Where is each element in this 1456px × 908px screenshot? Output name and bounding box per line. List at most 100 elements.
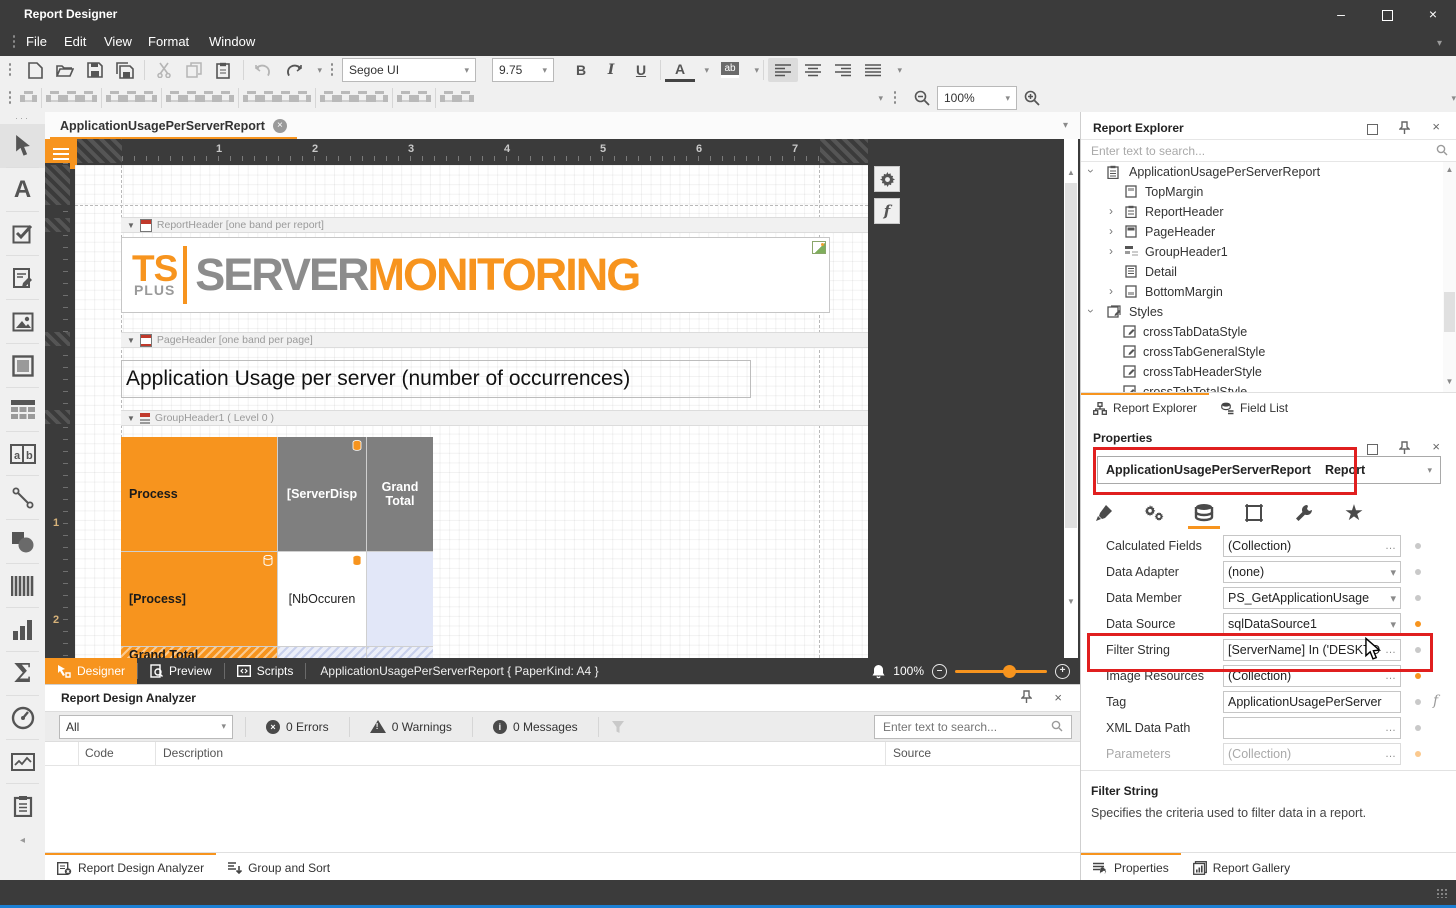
font-size-combo[interactable]: 9.75▾ (492, 58, 554, 82)
tool-picture-box[interactable] (0, 300, 45, 344)
tool-label[interactable]: A (0, 168, 45, 212)
tab-close-icon[interactable]: × (273, 119, 287, 133)
toolbar-drag-handle[interactable] (8, 62, 12, 78)
crosstab-cell-total-data[interactable] (367, 552, 433, 646)
analyzer-search-box[interactable] (874, 715, 1072, 739)
fit-to-grid-icon[interactable] (166, 91, 183, 106)
column-source[interactable]: Source (893, 746, 931, 760)
scroll-up-icon[interactable]: ▲ (1443, 162, 1456, 178)
property-row-parameters[interactable]: Parameters (Collection)… (1081, 741, 1456, 767)
save-button[interactable] (80, 58, 110, 82)
crosstab-cell-total[interactable] (367, 647, 433, 658)
ellipsis-button[interactable]: … (1381, 722, 1396, 734)
close-icon[interactable]: × (1432, 439, 1440, 454)
tool-rich-text[interactable] (0, 256, 45, 300)
tab-report-gallery[interactable]: Report Gallery (1181, 853, 1302, 881)
tree-item-topmargin[interactable]: TopMargin (1081, 182, 1443, 202)
crosstab-cell-occurrences-field[interactable]: [NbOccuren (278, 552, 366, 646)
expander-icon[interactable]: › (1109, 224, 1113, 238)
tree-item-crosstabgeneralstyle[interactable]: crossTabGeneralStyle (1081, 342, 1443, 362)
tool-pointer[interactable] (0, 124, 45, 168)
tool-line[interactable] (0, 476, 45, 520)
redo-button[interactable] (278, 58, 308, 82)
property-row-calculated-fields[interactable]: Calculated Fields (Collection)… (1081, 533, 1456, 559)
band-collapse-icon[interactable]: ▼ (127, 414, 135, 423)
tab-group-and-sort[interactable]: Group and Sort (216, 853, 342, 881)
dropdown-icon[interactable]: ▾ (1386, 566, 1396, 579)
report-page[interactable]: ▼ ReportHeader [one band per report] TS … (75, 165, 868, 658)
explorer-search-box[interactable] (1081, 139, 1456, 162)
tab-list-dropdown-icon[interactable]: ▾ (1063, 120, 1068, 131)
crosstab-cell-total[interactable] (278, 647, 366, 658)
page-header-band[interactable]: ▼ PageHeader [one band per page] (121, 332, 868, 348)
menu-overflow-icon[interactable]: ▾ (1437, 38, 1442, 49)
italic-button[interactable]: I (596, 58, 626, 82)
logo-picture-box[interactable]: TS PLUS SERVER MONITORING (121, 237, 830, 313)
tree-item-reportheader[interactable]: › ReportHeader (1081, 202, 1443, 222)
tab-appearance-brush-icon[interactable] (1091, 500, 1117, 526)
increase-vertical-spacing-icon[interactable] (337, 91, 354, 106)
crosstab-cell-grand-total-header[interactable]: Grand Total (367, 437, 433, 551)
cut-button[interactable] (149, 58, 179, 82)
remove-horizontal-spacing-icon[interactable] (294, 91, 311, 106)
band-collapse-icon[interactable]: ▼ (127, 336, 135, 345)
align-lefts-icon[interactable] (46, 91, 63, 106)
align-middles-icon[interactable] (123, 91, 140, 106)
crosstab-cell-server-field[interactable]: [ServerDisp (278, 437, 366, 551)
remove-vertical-spacing-icon[interactable] (371, 91, 388, 106)
tab-behavior-gears-icon[interactable] (1141, 500, 1167, 526)
menu-window[interactable]: Window (209, 34, 255, 49)
pin-icon[interactable] (1399, 441, 1410, 455)
tree-item-bottommargin[interactable]: › BottomMargin (1081, 282, 1443, 302)
center-horizontally-icon[interactable] (397, 91, 414, 106)
align-dropdown-icon[interactable]: ▾ (888, 58, 902, 82)
close-icon[interactable]: × (1054, 690, 1062, 705)
bring-to-front-icon[interactable] (20, 91, 37, 106)
ellipsis-button[interactable]: … (1381, 540, 1396, 552)
tree-item-crosstabtotalstyle[interactable]: crossTabTotalStyle (1081, 382, 1443, 392)
minimize-button[interactable]: – (1318, 0, 1364, 28)
tree-item-crosstabdatastyle[interactable]: crossTabDataStyle (1081, 322, 1443, 342)
tool-gauge[interactable] (0, 696, 45, 740)
property-row-xml-data-path[interactable]: XML Data Path … (1081, 715, 1456, 741)
align-tops-icon[interactable] (106, 91, 123, 106)
zoom-level-combo[interactable]: 100%▾ (937, 86, 1017, 110)
equal-horizontal-spacing-icon[interactable] (243, 91, 260, 106)
close-icon[interactable]: × (1432, 119, 1440, 134)
tool-check-box[interactable] (0, 212, 45, 256)
messages-counter[interactable]: i0 Messages (485, 720, 586, 734)
explorer-scrollbar[interactable]: ▲ ▼ (1443, 162, 1456, 392)
expression-editor-button[interactable]: f (874, 198, 900, 224)
justify-button[interactable] (858, 58, 888, 82)
zoom-in-icon[interactable] (1017, 86, 1047, 110)
highlight-button[interactable]: ab (715, 58, 745, 82)
tab-data-database-icon[interactable] (1191, 500, 1217, 526)
zoom-out-icon[interactable] (907, 86, 937, 110)
toolbox-drag-handle[interactable]: ··· (0, 112, 45, 124)
design-surface[interactable]: 1 2 3 4 5 6 7 1 2 ▼ ReportHeader [one ba… (45, 139, 1080, 658)
zoom-slider[interactable] (955, 670, 1047, 673)
zoom-in-button[interactable]: + (1055, 664, 1070, 679)
decrease-vertical-spacing-icon[interactable] (354, 91, 371, 106)
toolbar-drag-handle[interactable] (330, 62, 334, 78)
toolbar-drag-handle[interactable] (893, 90, 897, 106)
align-bottoms-icon[interactable] (140, 91, 157, 106)
expander-icon[interactable]: › (1109, 204, 1113, 218)
align-rights-icon[interactable] (80, 91, 97, 106)
undo-button[interactable] (248, 58, 278, 82)
tree-item-report[interactable]: › ApplicationUsagePerServerReport (1081, 162, 1443, 182)
tab-scripts[interactable]: Scripts (225, 658, 306, 684)
design-vertical-scrollbar[interactable]: ▲ ▼ (1064, 139, 1078, 658)
errors-counter[interactable]: ×0 Errors (258, 720, 337, 734)
group-header-band[interactable]: ▼ GroupHeader1 ( Level 0 ) (121, 410, 868, 426)
crosstab-control[interactable]: Process [ServerDisp Grand Total [Process… (121, 437, 433, 658)
zoom-out-button[interactable]: – (932, 664, 947, 679)
tool-chart[interactable] (0, 608, 45, 652)
expander-icon[interactable]: › (1109, 244, 1113, 258)
font-name-combo[interactable]: Segoe UI▾ (342, 58, 476, 82)
tool-character-comb[interactable]: ab (0, 432, 45, 476)
highlight-dropdown-icon[interactable]: ▾ (745, 58, 759, 82)
equal-vertical-spacing-icon[interactable] (320, 91, 337, 106)
tab-properties[interactable]: Properties (1081, 853, 1181, 881)
center-vertically-icon[interactable] (414, 91, 431, 106)
